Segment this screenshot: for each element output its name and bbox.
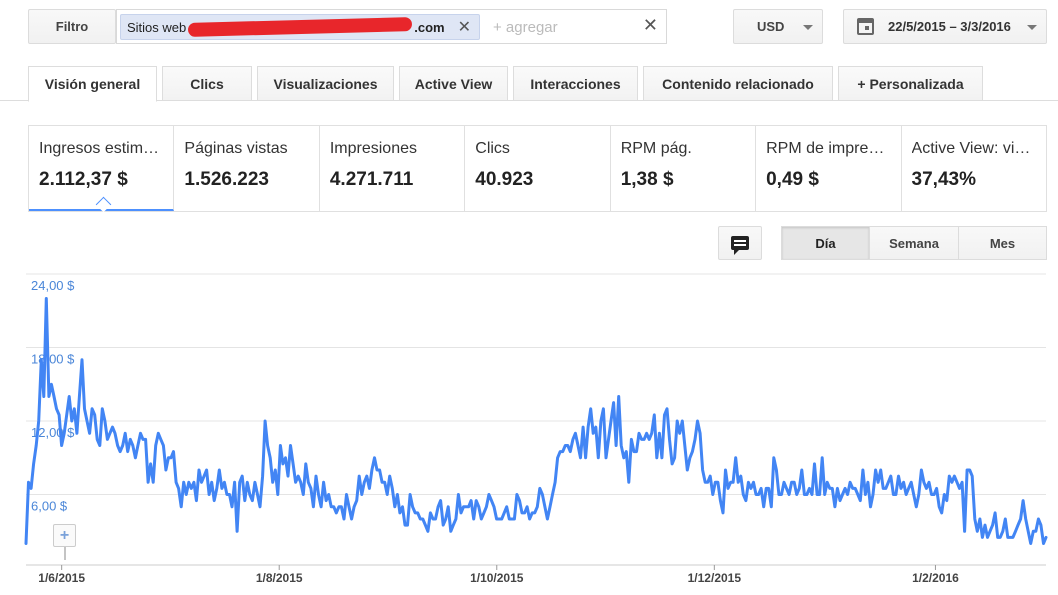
tab-personalizada[interactable]: + Personalizada [838, 66, 983, 101]
metric-label: Impresiones [329, 140, 417, 157]
tab-visualizaciones[interactable]: Visualizaciones [257, 66, 394, 101]
y-tick-label: 24,00 $ [31, 278, 75, 293]
tab-clics[interactable]: Clics [162, 66, 252, 101]
metric-rpm-impresiones[interactable]: RPM de impre… 0,49 $ [756, 126, 902, 211]
x-tick-label: 1/12/2015 [688, 571, 742, 585]
metric-value: 4.271.711 [329, 169, 414, 190]
clear-filter-icon[interactable]: ✕ [643, 15, 658, 36]
metric-label: Active View: vi… [911, 140, 1031, 157]
filter-button[interactable]: Filtro [28, 9, 116, 44]
currency-select[interactable]: USD [733, 9, 823, 44]
metric-value: 0,49 $ [766, 169, 819, 190]
metric-value: 37,43% [911, 169, 976, 190]
metric-ingresos[interactable]: Ingresos estim… 2.112,37 $ [29, 126, 175, 211]
add-annotation-button[interactable]: + [53, 524, 76, 547]
metrics-bar: Ingresos estim… 2.112,37 $ Páginas vista… [28, 125, 1047, 212]
x-tick-label: 1/6/2015 [38, 571, 85, 585]
date-range-select[interactable]: 22/5/2015 – 3/3/2016 [843, 9, 1047, 44]
metric-impresiones[interactable]: Impresiones 4.271.711 [320, 126, 466, 211]
chevron-down-icon [803, 25, 813, 30]
add-filter-placeholder[interactable]: + agregar [493, 19, 558, 36]
y-tick-label: 18,00 $ [31, 352, 75, 367]
metric-paginas-vistas[interactable]: Páginas vistas 1.526.223 [174, 126, 320, 211]
metric-label: Páginas vistas [184, 140, 288, 157]
metric-label: Clics [475, 140, 510, 157]
filter-chip[interactable]: Sitios web .com ✕ [120, 14, 480, 40]
x-tick-label: 1/8/2015 [256, 571, 303, 585]
comment-icon [731, 236, 749, 255]
metric-value: 1.526.223 [184, 169, 269, 190]
calendar-icon [857, 18, 874, 35]
tab-active-view[interactable]: Active View [399, 66, 508, 101]
revenue-line-chart: 6,00 $12,00 $18,00 $24,00 $1/6/2015 1/8/2… [24, 273, 1048, 585]
tab-vision-general[interactable]: Visión general [28, 66, 157, 102]
chevron-down-icon [1027, 25, 1037, 30]
metric-label: Ingresos estim… [39, 140, 160, 157]
metric-active-view[interactable]: Active View: vi… 37,43% [902, 126, 1046, 211]
filter-chip-suffix: .com [414, 19, 445, 35]
granularity-dia[interactable]: Día [781, 226, 870, 260]
tab-contenido-relacionado[interactable]: Contenido relacionado [643, 66, 833, 101]
metric-value: 2.112,37 $ [39, 169, 128, 190]
chip-remove-icon[interactable]: ✕ [458, 17, 471, 37]
metric-label: RPM de impre… [766, 140, 885, 157]
metric-clics[interactable]: Clics 40.923 [465, 126, 611, 211]
date-range-label: 22/5/2015 – 3/3/2016 [888, 19, 1011, 34]
metric-value: 1,38 $ [620, 169, 674, 190]
currency-label: USD [757, 19, 785, 34]
x-tick-label: 1/10/2015 [470, 571, 524, 585]
granularity-semana[interactable]: Semana [869, 226, 959, 260]
tab-interacciones[interactable]: Interacciones [513, 66, 638, 101]
granularity-mes[interactable]: Mes [958, 226, 1047, 260]
filter-chip-prefix: Sitios web [127, 19, 187, 35]
metric-rpm-pag[interactable]: RPM pág. 1,38 $ [611, 126, 757, 211]
metric-label: RPM pág. [620, 140, 692, 157]
annotation-button[interactable] [718, 226, 762, 260]
filter-input[interactable]: Sitios web .com ✕ + agregar ✕ [116, 9, 667, 44]
y-tick-label: 6,00 $ [31, 499, 68, 514]
metric-value: 40.923 [475, 169, 534, 190]
redaction-mark [188, 17, 413, 37]
x-tick-label: 1/2/2016 [912, 571, 959, 585]
